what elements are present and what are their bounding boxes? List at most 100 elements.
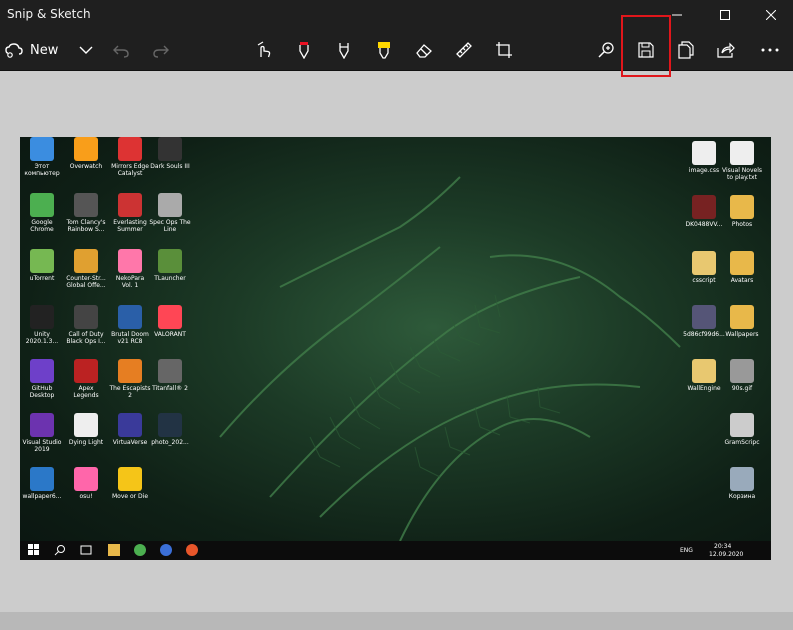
- desktop-app-icon: [118, 359, 142, 383]
- desktop-icon: Visual Novels to play.txt: [720, 141, 764, 181]
- redo-icon: [153, 45, 169, 58]
- desktop-icon: Move or Die: [108, 467, 152, 500]
- desktop-app-icon: [30, 249, 54, 273]
- pencil-button[interactable]: [327, 33, 361, 67]
- zoom-button[interactable]: [589, 33, 623, 67]
- desktop-app-icon: [30, 193, 54, 217]
- windows-taskbar: ENG 20:34 12.09.2020: [20, 541, 771, 560]
- desktop-app-icon: [74, 249, 98, 273]
- desktop-app-icon: [158, 137, 182, 161]
- window-title: Snip & Sketch: [7, 7, 91, 21]
- desktop-icon: Mirrors Edge Catalyst: [108, 137, 152, 177]
- pen-tip: [300, 42, 308, 45]
- desktop-icon: Этот компьютер: [20, 137, 64, 177]
- desktop-icon: Overwatch: [64, 137, 108, 170]
- undo-button[interactable]: [104, 33, 138, 67]
- minimize-icon: [672, 14, 682, 16]
- new-label: New: [30, 42, 59, 58]
- zoom-icon: [598, 42, 614, 58]
- desktop-app-icon: [30, 305, 54, 329]
- pencil-icon: [339, 43, 349, 59]
- desktop-icon: GitHub Desktop: [20, 359, 64, 399]
- desktop-icon: Photos: [720, 195, 764, 228]
- desktop-app-icon: [30, 413, 54, 437]
- desktop-icon: Counter-Str... Global Offe...: [64, 249, 108, 289]
- desktop-app-icon: [118, 467, 142, 491]
- ruler-button[interactable]: [447, 33, 481, 67]
- touch-writing-button[interactable]: [247, 33, 281, 67]
- close-button[interactable]: [748, 0, 793, 30]
- desktop-app-icon: [118, 137, 142, 161]
- more-button[interactable]: [753, 33, 787, 67]
- desktop-icon-label: Dying Light: [68, 439, 104, 446]
- desktop-icon: Dying Light: [64, 413, 108, 446]
- eraser-button[interactable]: [407, 33, 441, 67]
- desktop-app-icon: [118, 249, 142, 273]
- new-dropdown-button[interactable]: [69, 33, 103, 67]
- desktop-app-icon: [74, 467, 98, 491]
- desktop-icon-label: Visual Novels to play.txt: [721, 167, 762, 181]
- eraser-icon: [416, 44, 432, 58]
- desktop-icon: TLauncher: [148, 249, 192, 282]
- desktop-icon-label: Wallpapers: [725, 331, 759, 338]
- file-explorer-icon: [108, 544, 120, 556]
- desktop-icon-label: uTorrent: [29, 275, 55, 282]
- redo-button[interactable]: [144, 33, 178, 67]
- desktop-app-icon: [692, 195, 716, 219]
- desktop-app-icon: [158, 305, 182, 329]
- desktop-app-icon: [158, 249, 182, 273]
- share-button[interactable]: [709, 33, 743, 67]
- desktop-icon: VirtuaVerse: [108, 413, 152, 446]
- desktop-icon-label: The Escapists 2: [109, 385, 151, 399]
- desktop-app-icon: [118, 413, 142, 437]
- desktop-icon-label: GramScripc: [724, 439, 760, 446]
- desktop-icon-label: photo_202...: [151, 439, 189, 446]
- task-view-icon: [80, 545, 92, 555]
- chevron-down-icon: [79, 46, 93, 54]
- desktop-icon: Dark Souls III: [148, 137, 192, 170]
- desktop-icon-label: Unity 2020.1.3...: [25, 331, 59, 345]
- desktop-app-icon: [74, 359, 98, 383]
- desktop-icon: VALORANT: [148, 305, 192, 338]
- ballpoint-pen-button[interactable]: [287, 33, 321, 67]
- desktop-icon: Visual Studio 2019: [20, 413, 64, 453]
- desktop-app-icon: [730, 251, 754, 275]
- desktop-icon-label: GitHub Desktop: [29, 385, 55, 399]
- crop-button[interactable]: [487, 33, 521, 67]
- desktop-icon-label: Spec Ops The Line: [149, 219, 191, 233]
- desktop-icon: Everlasting Summer: [108, 193, 152, 233]
- share-icon: [717, 42, 735, 58]
- desktop-app-icon: [730, 413, 754, 437]
- desktop-icon: osu!: [64, 467, 108, 500]
- highlighter-button[interactable]: [367, 33, 401, 67]
- desktop-icon: wallpaper6...: [20, 467, 64, 500]
- copy-button[interactable]: [669, 33, 703, 67]
- maximize-button[interactable]: [702, 0, 748, 30]
- desktop-app-icon: [158, 413, 182, 437]
- desktop-app-icon: [118, 305, 142, 329]
- clock-time: 20:34: [714, 543, 732, 550]
- desktop-icon: Wallpapers: [720, 305, 764, 338]
- desktop-icon: Apex Legends: [64, 359, 108, 399]
- desktop-app-icon: [74, 193, 98, 217]
- desktop-icon-label: Dark Souls III: [150, 163, 190, 170]
- desktop-icon-label: Call of Duty Black Ops I...: [66, 331, 106, 345]
- highlight-box: [621, 15, 671, 77]
- taskbar-app2-icon: [186, 544, 198, 556]
- snip-sketch-window: Snip & Sketch New Этот компьютер Overwat…: [0, 0, 793, 630]
- desktop-app-icon: [730, 359, 754, 383]
- touch-writing-icon: [257, 41, 271, 58]
- desktop-icon-label: Apex Legends: [73, 385, 99, 399]
- new-snip-button[interactable]: New: [4, 33, 58, 67]
- desktop-icon-label: Move or Die: [111, 493, 149, 500]
- desktop-icon-label: Brutal Doom v21 RC8: [111, 331, 149, 345]
- horizontal-scrollbar[interactable]: [0, 612, 793, 630]
- desktop-app-icon: [30, 137, 54, 161]
- ruler-icon: [456, 42, 472, 58]
- taskbar-app-icon: [160, 544, 172, 556]
- desktop-icon: Brutal Doom v21 RC8: [108, 305, 152, 345]
- desktop-icon-label: VirtuaVerse: [112, 439, 148, 446]
- desktop-icon: GramScripc: [720, 413, 764, 446]
- desktop-icon: Titanfall® 2: [148, 359, 192, 392]
- undo-icon: [113, 45, 129, 58]
